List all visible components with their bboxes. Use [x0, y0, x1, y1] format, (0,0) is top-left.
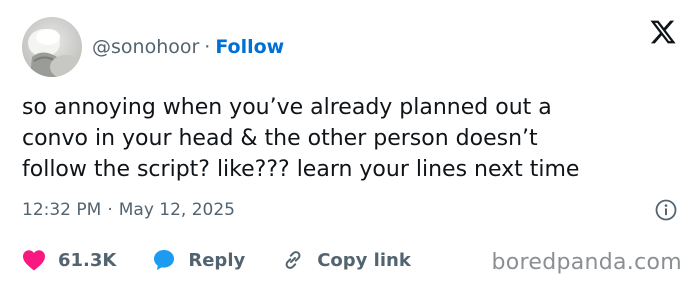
avatar[interactable] [22, 17, 82, 77]
like-button[interactable]: 61.3K [22, 249, 116, 271]
tweet-date[interactable]: May 12, 2025 [119, 200, 235, 220]
link-icon [285, 251, 301, 269]
heart-icon [23, 250, 45, 271]
follow-button[interactable]: Follow [215, 36, 284, 58]
copy-link-button[interactable]: Copy link [281, 248, 411, 272]
tweet-header: @sonohoor · Follow [22, 16, 684, 78]
x-logo-icon[interactable] [648, 18, 678, 46]
speech-bubble-icon [154, 250, 175, 270]
tweet-actions: 61.3K Reply Copy link [22, 246, 447, 274]
copy-link-label: Copy link [317, 249, 411, 271]
timestamp-row: 12:32 PM · May 12, 2025 [22, 198, 678, 222]
reply-button[interactable]: Reply [152, 248, 245, 272]
reply-label: Reply [188, 249, 246, 271]
author-meta: @sonohoor · Follow [92, 36, 284, 58]
info-icon[interactable] [654, 198, 678, 222]
watermark: boredpanda.com [491, 250, 682, 275]
like-count: 61.3K [58, 249, 117, 271]
handle-separator: · [204, 36, 211, 58]
tweet-time[interactable]: 12:32 PM [22, 200, 101, 220]
timestamp-separator: · [107, 200, 113, 220]
tweet-card: @sonohoor · Follow so annoying when you’… [0, 0, 700, 287]
author-handle[interactable]: @sonohoor [92, 36, 199, 58]
tweet-text: so annoying when you’ve already planned … [22, 95, 580, 182]
